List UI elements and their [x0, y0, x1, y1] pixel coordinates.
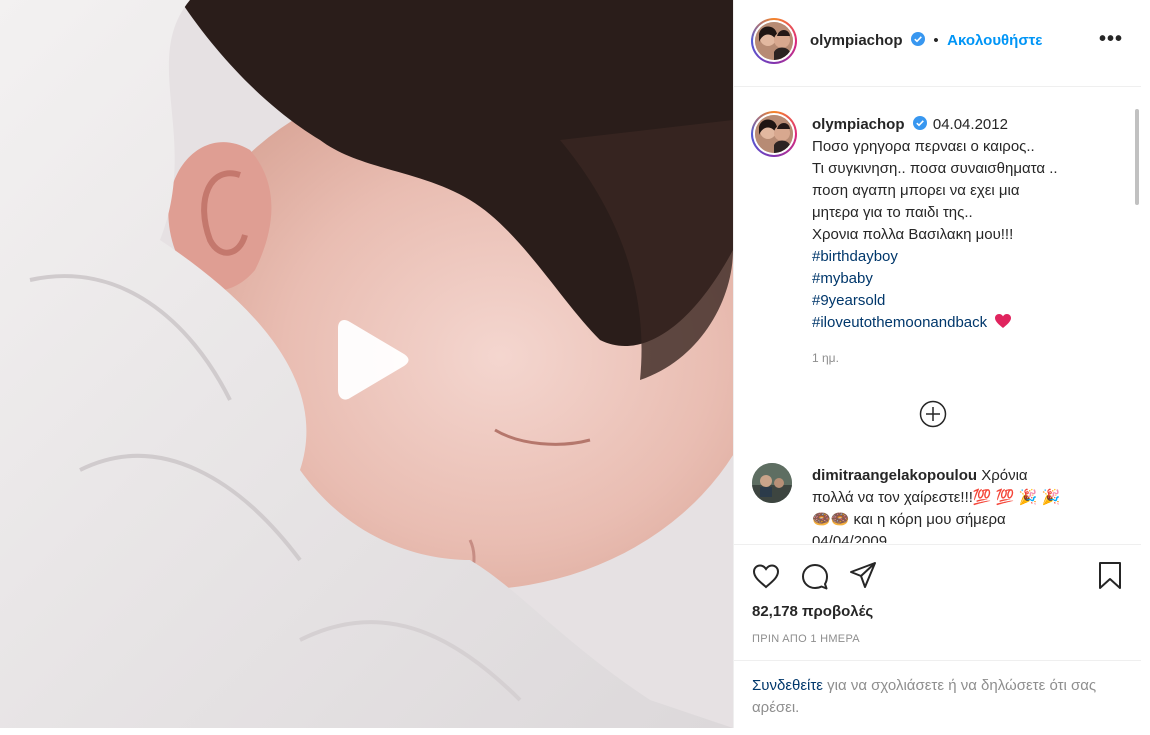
avatar[interactable] — [751, 18, 797, 64]
comment-text: πολλά να τον χαίρεστε!!!💯 💯 🎉 🎉 — [812, 489, 1061, 506]
more-icon[interactable]: ••• — [1099, 28, 1123, 51]
post-caption: olympiachop 04.04.2012 Ποσο γρηγορα περν… — [812, 114, 1112, 334]
comment-item: dimitraangelakopoulou Χρόνια πολλά να το… — [812, 465, 1112, 543]
caption-line: Ποσο γρηγορα περναει ο καιρος.. — [812, 138, 1035, 155]
verified-icon — [910, 32, 925, 46]
login-prompt: Συνδεθείτε για να σχολιάσετε ή να δηλώσε… — [734, 660, 1141, 729]
login-text: Συνδεθείτε για να σχολιάσετε ή να δηλώσε… — [752, 675, 1122, 719]
caption-avatar[interactable] — [751, 111, 797, 157]
caption-line: Τι συγκινηση.. ποσα συναισθηματα .. — [812, 160, 1058, 177]
play-icon[interactable] — [330, 318, 412, 400]
post-time[interactable]: ΠΡΙΝ ΑΠΟ 1 ΗΜΕΡΑ — [752, 633, 860, 645]
comment-avatar[interactable] — [752, 463, 792, 503]
post-header: olympiachop • Ακολουθήστε ••• — [734, 0, 1141, 87]
caption-date: 04.04.2012 — [932, 116, 1008, 133]
page-margin — [1141, 0, 1150, 735]
page-margin-bottom — [0, 728, 1150, 735]
verified-icon — [912, 116, 927, 130]
comment-text: Χρόνια — [981, 467, 1028, 484]
caption-line: ποση αγαπη μπορει να εχει μια — [812, 182, 1020, 199]
red-heart-emoji — [995, 314, 1012, 328]
share-icon[interactable] — [848, 560, 878, 590]
comment-text: 04/04/2009 — [812, 533, 888, 543]
follow-button[interactable]: Ακολουθήστε — [947, 32, 1042, 49]
caption-username[interactable]: olympiachop — [812, 116, 905, 133]
hashtag-link[interactable]: #9yearsold — [812, 290, 1112, 312]
post-sidebar: olympiachop • Ακολουθήστε ••• olympiacho… — [733, 0, 1142, 728]
comment-username[interactable]: dimitraangelakopoulou — [812, 467, 977, 484]
caption-age: 1 ημ. — [812, 351, 839, 365]
header-username[interactable]: olympiachop — [810, 32, 903, 49]
heart-icon[interactable] — [751, 561, 781, 591]
bookmark-icon[interactable] — [1095, 560, 1125, 590]
caption-line: Χρονια πολλα Βασιλακη μου!!! — [812, 226, 1014, 243]
caption-line: μητερα για το παιδι της.. — [812, 204, 973, 221]
post-video[interactable] — [0, 0, 733, 728]
hashtag-link[interactable]: #mybaby — [812, 268, 1112, 290]
login-link[interactable]: Συνδεθείτε — [752, 677, 823, 694]
comment-icon[interactable] — [800, 561, 830, 591]
hashtag-link[interactable]: #iloveutothemoonandback — [812, 314, 987, 331]
add-circle-icon[interactable] — [919, 400, 947, 428]
view-count[interactable]: 82,178 προβολές — [752, 603, 873, 620]
post-actions: 82,178 προβολές ΠΡΙΝ ΑΠΟ 1 ΗΜΕΡΑ — [734, 544, 1141, 661]
hashtag-link[interactable]: #birthdayboy — [812, 246, 1112, 268]
scrollbar[interactable] — [1135, 109, 1139, 205]
header-separator: • — [933, 32, 939, 49]
comment-text: 🍩🍩 και η κόρη μου σήμερα — [812, 511, 1006, 528]
comments-section[interactable]: olympiachop 04.04.2012 Ποσο γρηγορα περν… — [734, 87, 1141, 543]
